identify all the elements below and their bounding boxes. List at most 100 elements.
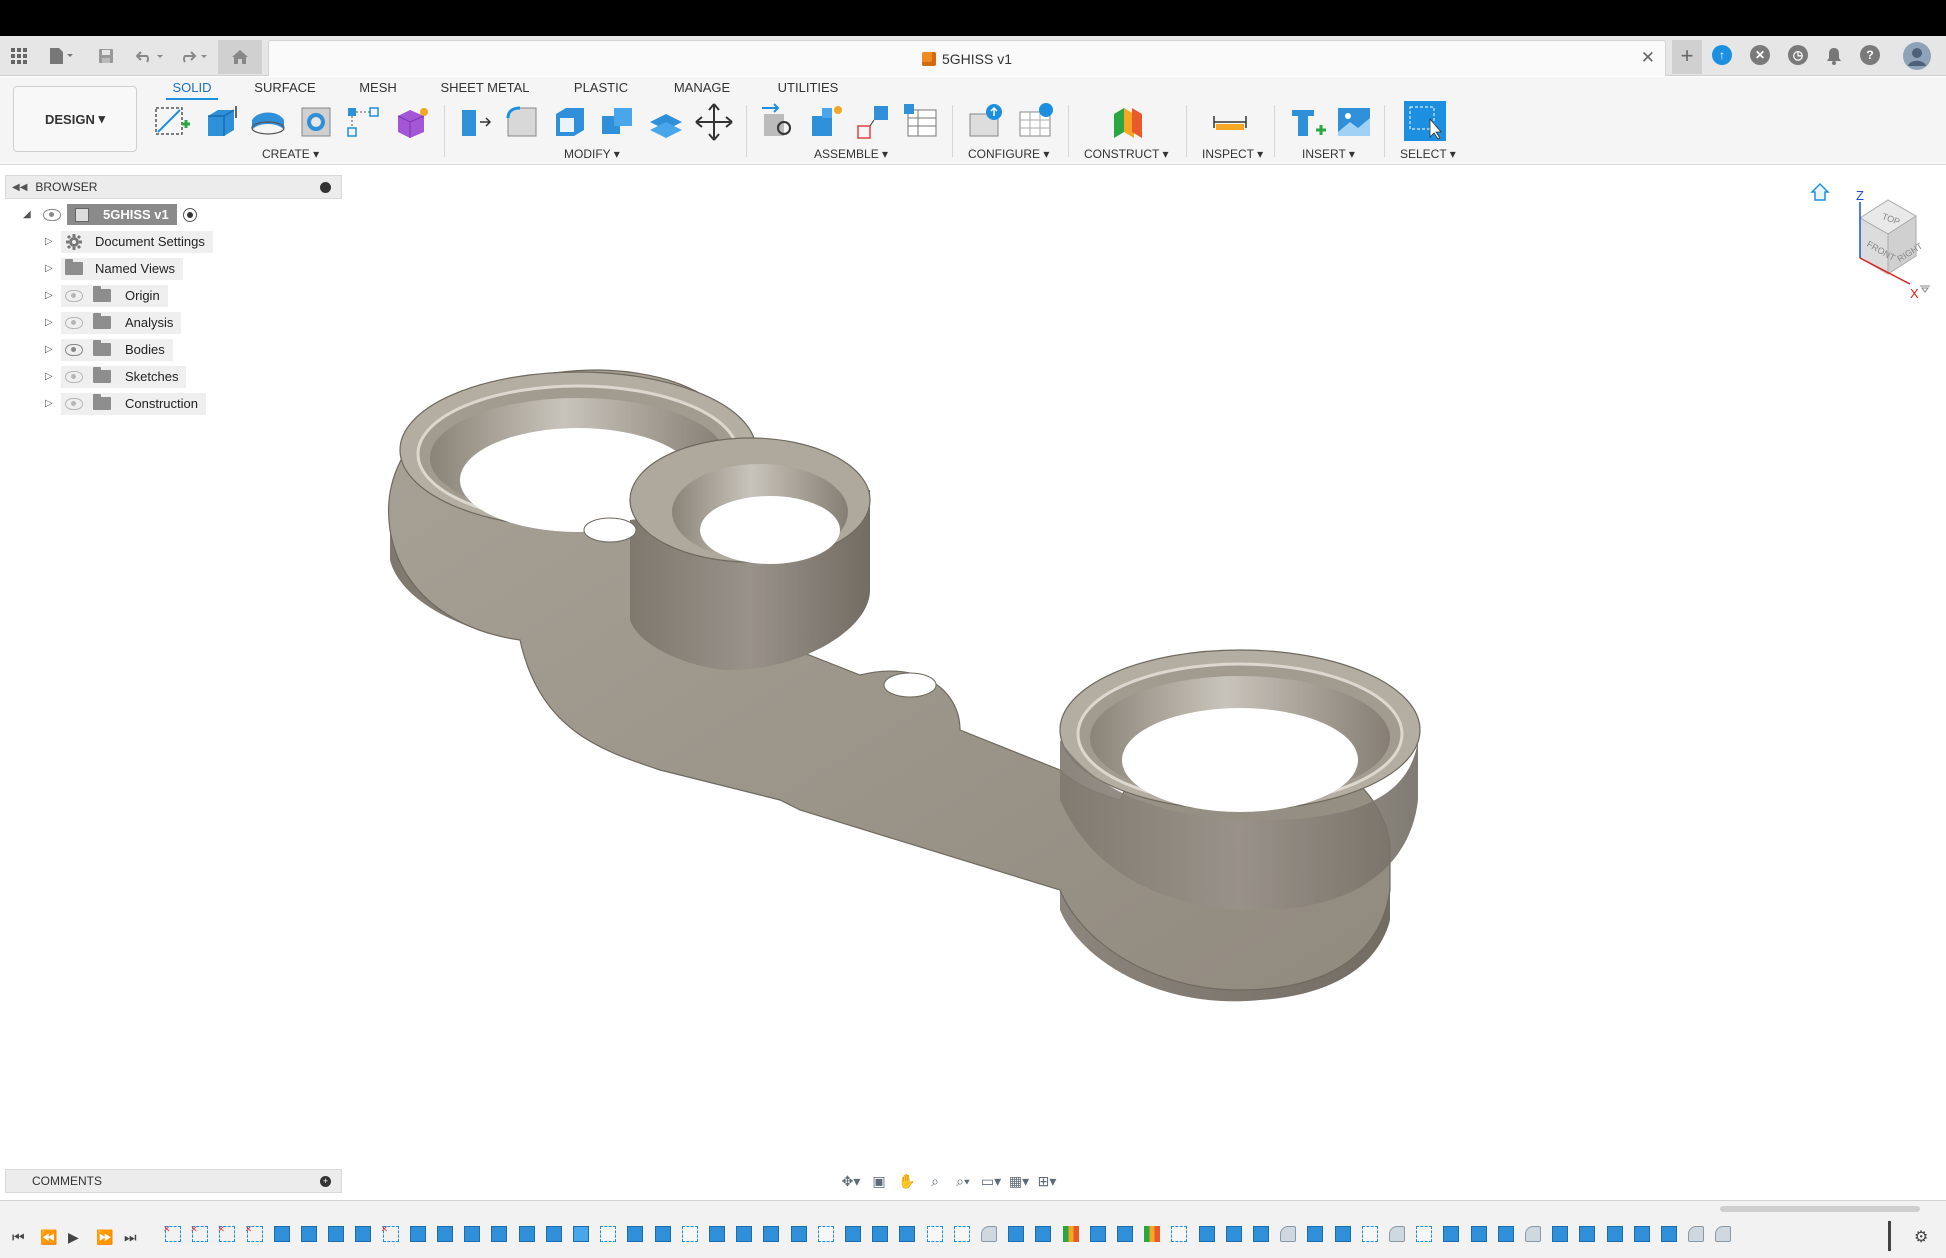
timeline-feature-icon[interactable] <box>709 1226 725 1242</box>
insert-derive-icon[interactable] <box>1288 102 1328 142</box>
timeline-feature-icon[interactable] <box>1008 1226 1025 1242</box>
create-form-icon[interactable] <box>392 102 432 142</box>
file-menu-icon[interactable] <box>46 45 76 67</box>
timeline-feature-icon[interactable]: ✕ <box>163 1224 181 1242</box>
timeline-feature-icon[interactable] <box>1443 1226 1460 1242</box>
tab-solid[interactable]: SOLID <box>166 80 218 100</box>
tab-surface[interactable]: SURFACE <box>254 80 316 100</box>
tab-plastic[interactable]: PLASTIC <box>572 80 630 100</box>
timeline-feature-icon[interactable] <box>1361 1226 1378 1242</box>
zoom-icon[interactable]: ⌕ <box>924 1172 946 1190</box>
revolve-icon[interactable] <box>248 102 288 142</box>
app-grid-icon[interactable] <box>8 45 30 67</box>
tree-item-analysis[interactable]: ▷ Analysis <box>5 309 342 336</box>
timeline-feature-icon[interactable] <box>926 1226 943 1242</box>
timeline-feature-icon[interactable] <box>1525 1226 1541 1242</box>
timeline-feature-icon[interactable] <box>763 1226 780 1242</box>
browser-pin-icon[interactable] <box>320 181 331 193</box>
timeline-feature-icon[interactable] <box>600 1226 617 1242</box>
tree-item-origin[interactable]: ▷ Origin <box>5 282 342 309</box>
timeline-feature-icon[interactable] <box>1633 1226 1650 1242</box>
fit-zoom-icon[interactable]: ⌕▾ <box>952 1172 974 1190</box>
timeline-feature-icon[interactable]: ✕ <box>245 1224 263 1242</box>
timeline-feature-icon[interactable] <box>1416 1226 1433 1242</box>
bearing-bracket-model[interactable] <box>388 369 1421 1002</box>
timeline-feature-icon[interactable] <box>1688 1226 1705 1242</box>
timeline-feature-icon[interactable] <box>1144 1226 1161 1242</box>
expand-triangle-icon[interactable]: ▷ <box>45 236 55 247</box>
timeline-feature-icon[interactable] <box>899 1226 916 1242</box>
comments-panel[interactable]: COMMENTS + <box>5 1169 342 1193</box>
timeline-play-icon[interactable]: ▶ <box>68 1229 79 1246</box>
history-clock-icon[interactable]: ◷ <box>1788 45 1808 65</box>
home-view-icon[interactable] <box>1810 182 1830 201</box>
timeline-feature-icon[interactable] <box>736 1226 753 1242</box>
workspace-switcher-button[interactable]: DESIGN ▾ <box>13 86 137 152</box>
timeline-feature-icon[interactable] <box>1225 1226 1242 1242</box>
timeline-feature-icon[interactable] <box>845 1226 861 1242</box>
timeline-feature-icon[interactable] <box>981 1226 997 1242</box>
construct-plane-icon[interactable] <box>1108 102 1148 142</box>
model-viewport[interactable] <box>360 330 1560 1110</box>
viewports-icon[interactable]: ⊞▾ <box>1036 1172 1058 1190</box>
timeline-feature-icon[interactable] <box>1470 1226 1487 1242</box>
collapse-panel-icon[interactable]: ◀◀ <box>12 182 27 193</box>
offset-face-icon[interactable] <box>646 102 686 142</box>
press-pull-icon[interactable] <box>454 102 494 142</box>
expand-triangle-icon[interactable]: ▷ <box>45 290 55 301</box>
user-avatar[interactable] <box>1902 40 1932 72</box>
tree-root[interactable]: ◢ 5GHISS v1 <box>5 201 342 228</box>
timeline-scrollbar[interactable] <box>1720 1206 1920 1212</box>
select-group-label[interactable]: SELECT ▾ <box>1400 147 1456 161</box>
home-tab-button[interactable] <box>218 40 262 74</box>
timeline-feature-icon[interactable] <box>872 1226 889 1242</box>
construct-group-label[interactable]: CONSTRUCT ▾ <box>1084 147 1168 161</box>
extrude-icon[interactable] <box>200 102 240 142</box>
timeline-feature-icon[interactable] <box>1497 1226 1514 1242</box>
tree-item-document-settings[interactable]: ▷ Document Settings <box>5 228 342 255</box>
hidden-eye-icon[interactable] <box>65 397 83 410</box>
orbit-icon[interactable]: ✥▾ <box>840 1172 862 1190</box>
expand-triangle-icon[interactable]: ▷ <box>45 263 55 274</box>
timeline-feature-icon[interactable] <box>1280 1226 1297 1242</box>
timeline-feature-icon[interactable] <box>1715 1226 1732 1242</box>
move-icon[interactable] <box>694 102 734 142</box>
timeline-feature-icon[interactable] <box>1307 1226 1324 1242</box>
timeline-previous-icon[interactable]: ⏪ <box>40 1229 57 1246</box>
job-status-icon[interactable]: ↑ <box>1712 45 1732 65</box>
timeline-feature-icon[interactable] <box>1198 1226 1215 1242</box>
hidden-eye-icon[interactable] <box>65 289 83 302</box>
visibility-eye-icon[interactable] <box>43 208 61 221</box>
grid-settings-icon[interactable]: ▦▾ <box>1008 1172 1030 1190</box>
tree-item-sketches[interactable]: ▷ Sketches <box>5 363 342 390</box>
select-icon[interactable] <box>1402 99 1448 143</box>
timeline-feature-icon[interactable] <box>1117 1226 1133 1242</box>
timeline-feature-icon[interactable] <box>681 1226 698 1242</box>
hole-icon[interactable] <box>296 102 336 142</box>
timeline-feature-icon[interactable] <box>273 1226 290 1242</box>
notifications-bell-icon[interactable] <box>1822 45 1846 67</box>
timeline-settings-gear-icon[interactable]: ⚙ <box>1914 1227 1928 1247</box>
tab-mesh[interactable]: MESH <box>356 80 400 100</box>
insert-canvas-icon[interactable] <box>1334 102 1374 142</box>
display-settings-icon[interactable]: ▭▾ <box>980 1172 1002 1190</box>
timeline-feature-icon[interactable]: ✕ <box>217 1224 236 1242</box>
pattern-icon[interactable] <box>344 102 384 142</box>
tab-manage[interactable]: MANAGE <box>670 80 734 100</box>
combine-icon[interactable] <box>598 102 638 142</box>
insert-group-label[interactable]: INSERT ▾ <box>1302 147 1355 161</box>
hidden-eye-icon[interactable] <box>65 370 83 383</box>
configuration-table-icon[interactable] <box>1016 102 1056 142</box>
create-sketch-icon[interactable] <box>152 102 192 142</box>
undo-icon[interactable] <box>132 45 168 67</box>
viewcube-menu-icon[interactable] <box>1920 285 1930 293</box>
timeline-feature-icon[interactable] <box>573 1226 589 1242</box>
as-built-joint-icon[interactable] <box>854 102 894 142</box>
new-tab-button[interactable]: + <box>1672 40 1702 74</box>
timeline-feature-icon[interactable] <box>1334 1226 1351 1242</box>
tree-item-named-views[interactable]: ▷ Named Views <box>5 255 342 282</box>
expand-triangle-icon[interactable]: ▷ <box>45 317 55 328</box>
timeline-feature-icon[interactable] <box>1606 1226 1623 1242</box>
timeline-feature-icon[interactable] <box>518 1226 535 1242</box>
viewcube[interactable]: TOP FRONT RIGHT Z X <box>1810 178 1930 308</box>
